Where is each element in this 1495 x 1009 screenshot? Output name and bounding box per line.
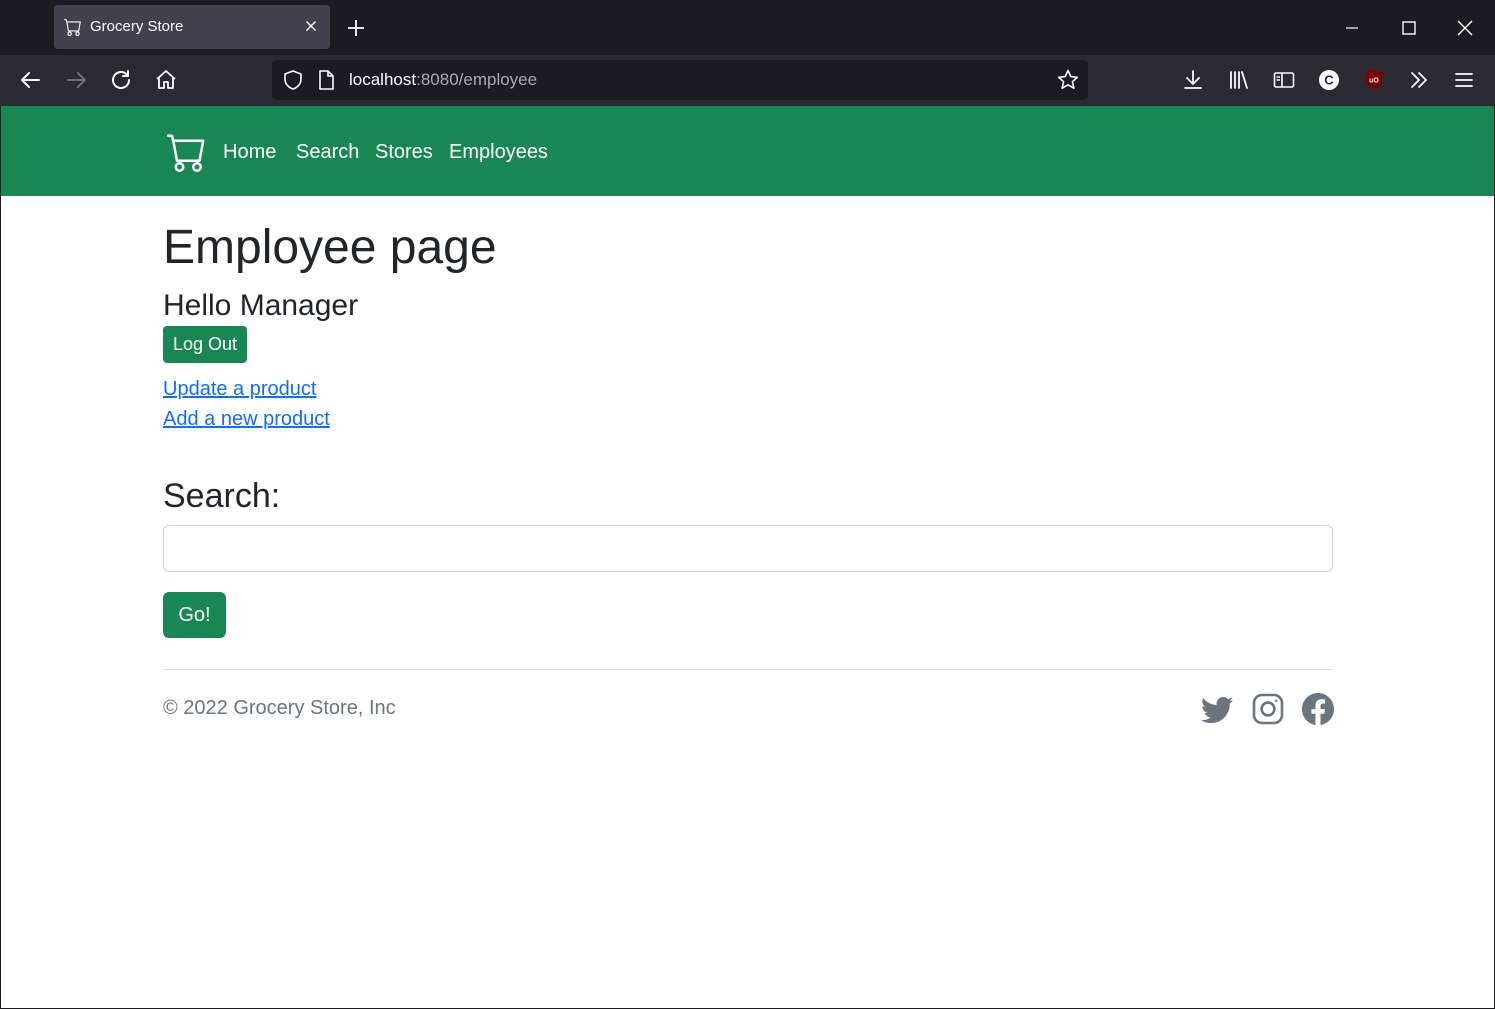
browser-window: Grocery Store localhost:8080/employee C … bbox=[0, 0, 1495, 1009]
tab-strip: Grocery Store bbox=[0, 0, 1495, 55]
forward-icon[interactable] bbox=[64, 68, 88, 92]
url-path: :8080/employee bbox=[416, 70, 538, 89]
browser-toolbar: localhost:8080/employee C uO bbox=[0, 55, 1495, 106]
nav-link-stores[interactable]: Stores bbox=[375, 141, 433, 164]
page-info-icon[interactable] bbox=[316, 69, 336, 91]
twitter-icon[interactable] bbox=[1201, 693, 1233, 725]
ublock-icon[interactable]: uO bbox=[1362, 68, 1386, 92]
library-icon[interactable] bbox=[1227, 68, 1251, 92]
url-bar[interactable]: localhost:8080/employee bbox=[272, 60, 1088, 100]
update-product-link[interactable]: Update a product bbox=[163, 378, 316, 401]
browser-tab[interactable]: Grocery Store bbox=[54, 5, 330, 49]
nav-link-search[interactable]: Search bbox=[296, 141, 359, 164]
web-page: Home Search Stores Employees Employee pa… bbox=[1, 106, 1494, 1008]
overflow-chevron-icon[interactable] bbox=[1407, 68, 1431, 92]
minimize-icon[interactable] bbox=[1341, 17, 1363, 39]
search-input[interactable] bbox=[163, 525, 1333, 572]
footer-divider bbox=[163, 669, 1333, 670]
site-navbar: Home Search Stores Employees bbox=[1, 106, 1494, 196]
close-window-icon[interactable] bbox=[1454, 17, 1476, 39]
extension-c-icon[interactable]: C bbox=[1317, 68, 1341, 92]
url-text[interactable]: localhost:8080/employee bbox=[349, 70, 537, 90]
nav-link-home[interactable]: Home bbox=[223, 141, 276, 164]
nav-link-employees[interactable]: Employees bbox=[449, 141, 548, 164]
search-label: Search: bbox=[163, 477, 281, 515]
home-icon[interactable] bbox=[154, 68, 178, 92]
downloads-icon[interactable] bbox=[1181, 68, 1205, 92]
add-product-link[interactable]: Add a new product bbox=[163, 408, 330, 431]
maximize-icon[interactable] bbox=[1398, 17, 1420, 39]
logout-button[interactable]: Log Out bbox=[163, 326, 247, 363]
back-icon[interactable] bbox=[19, 68, 43, 92]
menu-icon[interactable] bbox=[1452, 68, 1476, 92]
svg-text:uO: uO bbox=[1369, 78, 1379, 85]
instagram-icon[interactable] bbox=[1252, 693, 1284, 725]
new-tab-icon[interactable] bbox=[345, 17, 367, 39]
sidebar-icon[interactable] bbox=[1272, 68, 1296, 92]
reload-icon[interactable] bbox=[109, 68, 133, 92]
svg-text:C: C bbox=[1324, 73, 1334, 88]
tab-title: Grocery Store bbox=[90, 18, 184, 35]
copyright-text: © 2022 Grocery Store, Inc bbox=[163, 697, 396, 719]
shield-icon[interactable] bbox=[282, 69, 304, 91]
go-button[interactable]: Go! bbox=[163, 592, 226, 638]
close-tab-icon[interactable] bbox=[302, 17, 320, 35]
cart-icon bbox=[64, 19, 81, 36]
url-host: localhost bbox=[349, 70, 417, 89]
page-title: Employee page bbox=[163, 221, 497, 274]
bookmark-star-icon[interactable] bbox=[1056, 68, 1080, 92]
facebook-icon[interactable] bbox=[1302, 693, 1334, 725]
cart-icon[interactable] bbox=[167, 132, 207, 172]
greeting: Hello Manager bbox=[163, 289, 359, 322]
